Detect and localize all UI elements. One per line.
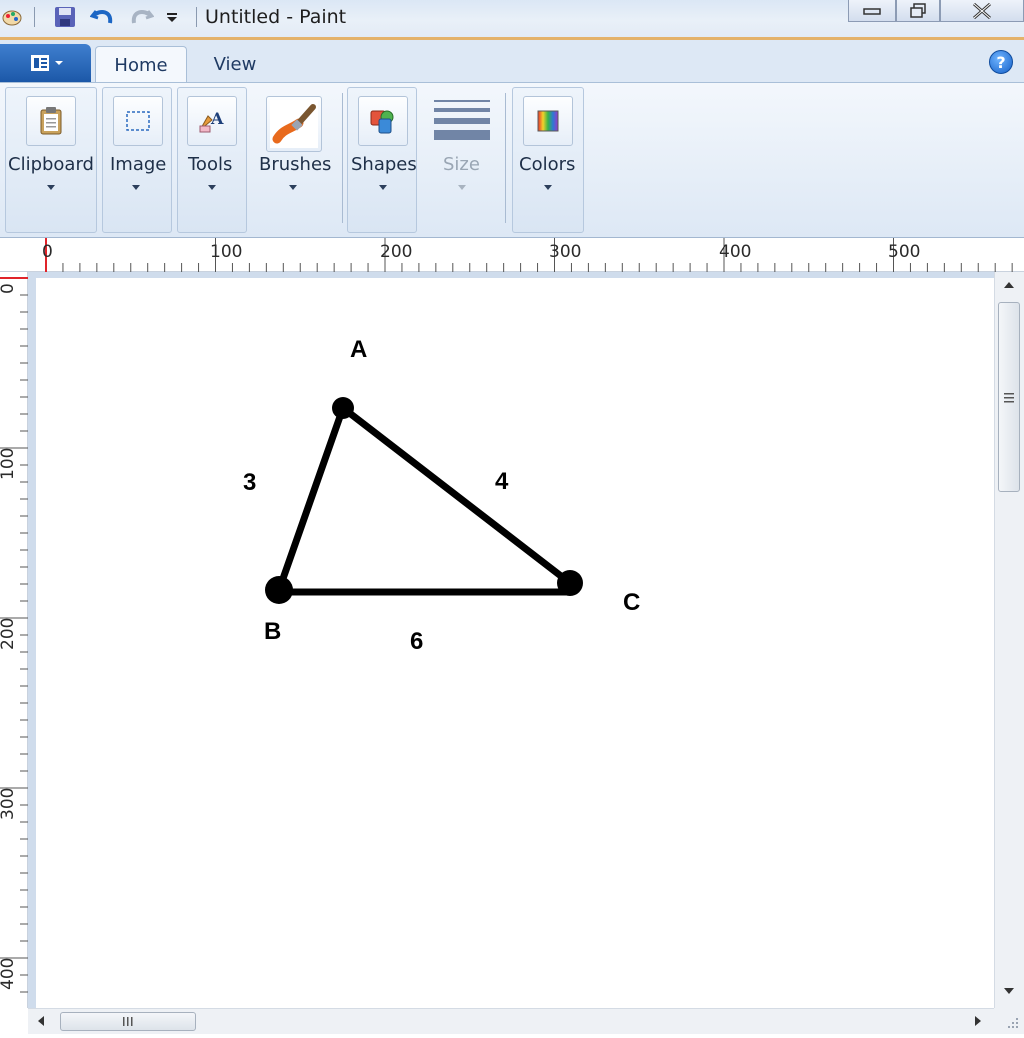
- tab-home[interactable]: Home: [95, 46, 187, 83]
- image-group[interactable]: Image: [102, 87, 172, 233]
- restore-icon: [910, 2, 926, 18]
- restore-button[interactable]: [896, 0, 940, 22]
- side-ac: [339, 404, 574, 587]
- paint-app-icon[interactable]: [0, 4, 24, 30]
- brushes-dropdown-icon: [289, 185, 297, 190]
- ruler-v-label: 300: [0, 787, 18, 820]
- ruler-h-label: 100: [210, 242, 243, 262]
- shapes-dropdown-icon: [379, 185, 387, 190]
- select-icon: [113, 96, 163, 146]
- colors-dropdown-icon: [544, 185, 552, 190]
- resize-grip[interactable]: [994, 1008, 1024, 1034]
- ruler-h-label: 200: [380, 242, 413, 262]
- vertical-ruler: 0 100 200 300 400: [0, 272, 28, 1008]
- tools-group[interactable]: A Tools: [177, 87, 247, 233]
- horizontal-ruler: 0 100 200 300 400 500: [0, 238, 1024, 272]
- clipboard-dropdown-icon: [47, 185, 55, 190]
- minimize-icon: [863, 7, 881, 15]
- brushes-group[interactable]: Brushes: [254, 87, 334, 233]
- shapes-group[interactable]: Shapes: [347, 87, 417, 233]
- image-dropdown-icon: [132, 185, 140, 190]
- paint-menu-icon: [30, 55, 63, 71]
- horizontal-scrollbar[interactable]: [28, 1008, 994, 1034]
- colors-label: Colors: [519, 154, 576, 175]
- side-label-ab: 3: [243, 469, 257, 496]
- size-label: Size: [443, 154, 480, 175]
- ribbon: Clipboard Image A Tools Brushes Shapes S…: [0, 82, 1024, 238]
- vertex-a: [332, 397, 354, 419]
- size-icon: [434, 98, 490, 148]
- close-icon: [973, 2, 991, 19]
- tools-icon: A: [187, 96, 237, 146]
- help-icon[interactable]: ?: [989, 50, 1013, 74]
- paint-menu-button[interactable]: [0, 44, 91, 82]
- shapes-icon: [358, 96, 408, 146]
- ruler-h-label: 300: [549, 242, 582, 262]
- ruler-v-label: 200: [0, 617, 18, 650]
- resize-grip-icon: [1008, 1018, 1018, 1028]
- customize-icon[interactable]: [162, 4, 182, 30]
- title-bar: Untitled - Paint: [0, 0, 1024, 40]
- save-icon[interactable]: [50, 4, 80, 30]
- ruler-v-label: 0: [0, 283, 18, 294]
- horizontal-scroll-thumb[interactable]: [60, 1012, 196, 1031]
- scroll-up-icon[interactable]: [1004, 282, 1014, 288]
- size-group[interactable]: Size: [425, 87, 495, 233]
- tools-label: Tools: [188, 154, 233, 175]
- brush-icon: [266, 96, 322, 152]
- brushes-label: Brushes: [259, 154, 332, 175]
- ruler-h-label: 400: [719, 242, 752, 262]
- image-label: Image: [110, 154, 167, 175]
- ribbon-tabs: Home View ?: [0, 40, 1024, 83]
- grip-icon: [1004, 393, 1014, 403]
- minimize-button[interactable]: [848, 0, 896, 22]
- colors-icon: [523, 96, 573, 146]
- drawing-canvas[interactable]: A B C 3 4 6: [36, 278, 994, 1008]
- clipboard-label: Clipboard: [8, 154, 94, 175]
- side-label-ac: 4: [495, 468, 509, 495]
- size-dropdown-icon: [458, 185, 466, 190]
- window-title: Untitled - Paint: [205, 6, 347, 28]
- colors-group[interactable]: Colors: [512, 87, 584, 233]
- triangle-drawing: [265, 397, 583, 604]
- side-label-bc: 6: [410, 628, 424, 655]
- tools-dropdown-icon: [208, 185, 216, 190]
- shapes-label: Shapes: [351, 154, 417, 175]
- scroll-left-icon[interactable]: [38, 1016, 44, 1026]
- svg-text:A: A: [210, 109, 224, 128]
- clipboard-group[interactable]: Clipboard: [5, 87, 97, 233]
- close-button[interactable]: [940, 0, 1024, 22]
- ruler-h-label: 0: [42, 242, 53, 262]
- ruler-v-label: 400: [0, 957, 18, 990]
- clipboard-icon: [26, 96, 76, 146]
- vertical-scrollbar[interactable]: [994, 272, 1024, 1008]
- scroll-right-icon[interactable]: [975, 1016, 981, 1026]
- ruler-h-label: 500: [888, 242, 921, 262]
- redo-icon[interactable]: [126, 4, 156, 30]
- grip-icon: [123, 1017, 133, 1026]
- undo-icon[interactable]: [88, 4, 118, 30]
- tab-view[interactable]: View: [195, 46, 275, 82]
- vertex-label-a: A: [350, 336, 368, 363]
- ruler-v-label: 100: [0, 447, 18, 480]
- side-ab: [275, 404, 347, 594]
- vertex-label-b: B: [264, 618, 282, 645]
- vertex-c: [557, 570, 583, 596]
- scroll-down-icon[interactable]: [1004, 988, 1014, 994]
- vertical-scroll-thumb[interactable]: [998, 302, 1020, 492]
- vertex-label-c: C: [623, 589, 641, 616]
- vertex-b: [265, 576, 293, 604]
